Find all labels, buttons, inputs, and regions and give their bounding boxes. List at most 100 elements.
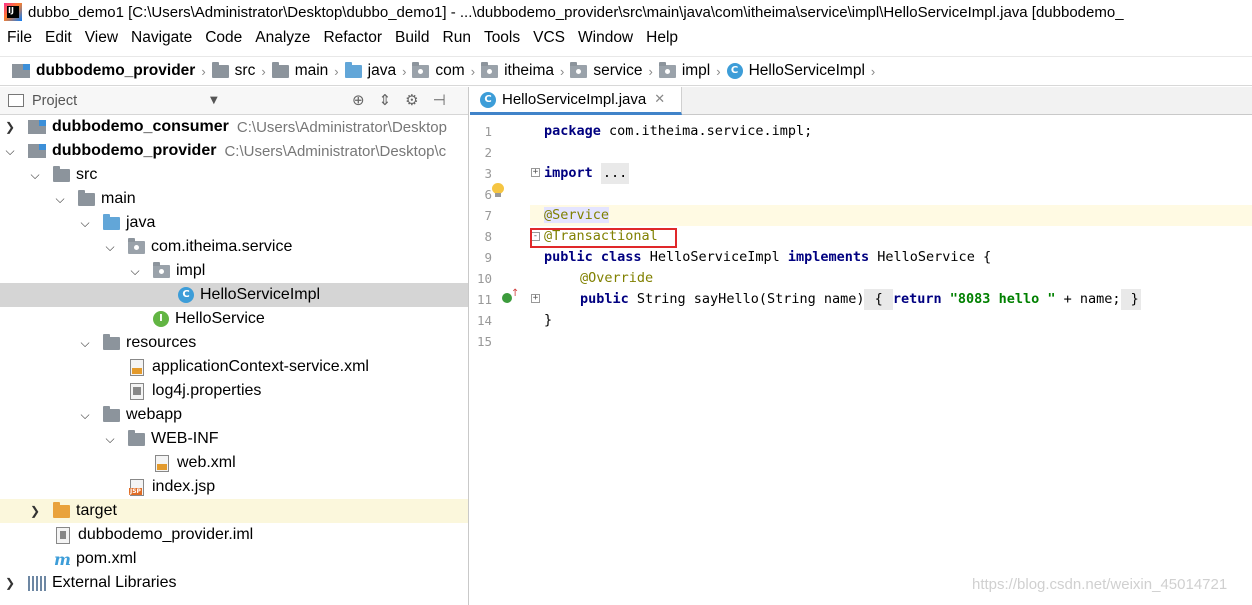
title-bar: IJ dubbo_demo1 [C:\Users\Administrator\D… [0, 0, 1252, 24]
breadcrumb: dubbodemo_provider › src › main › java ›… [0, 56, 1252, 86]
chevron-down-icon[interactable]: ⌵ [129, 264, 141, 278]
menu-file[interactable]: File [2, 29, 40, 47]
module-icon [12, 64, 30, 78]
chevron-down-icon[interactable]: ⌵ [79, 408, 91, 422]
chevron-right-icon[interactable]: ❯ [29, 504, 41, 518]
tree-item-package[interactable]: ⌵ com.itheima.service [0, 235, 468, 259]
menu-vcs[interactable]: VCS [528, 29, 573, 47]
tree-item-index-jsp[interactable]: index.jsp [0, 475, 468, 499]
tab-helloserviceimpl[interactable]: C HelloServiceImpl.java ✕ [470, 87, 682, 115]
tree-item-main[interactable]: ⌵ main [0, 187, 468, 211]
chevron-right-icon: › [648, 63, 653, 79]
line-number: 1 [484, 124, 492, 139]
collapse-all-icon[interactable]: ⇕ [379, 91, 392, 109]
dropdown-arrow-icon[interactable]: ▼ [210, 95, 218, 106]
highlight-annotation-box [530, 228, 677, 248]
menu-tools[interactable]: Tools [479, 29, 528, 47]
menu-run[interactable]: Run [438, 29, 479, 47]
tree-item-log4j[interactable]: log4j.properties [0, 379, 468, 403]
window-title: dubbo_demo1 [C:\Users\Administrator\Desk… [28, 3, 1124, 21]
crumb-java[interactable]: java › [344, 61, 407, 80]
menu-help[interactable]: Help [641, 29, 686, 47]
close-icon[interactable]: ✕ [654, 92, 665, 107]
chevron-right-icon: › [402, 63, 407, 79]
line-number: 15 [476, 334, 492, 349]
menu-code[interactable]: Code [200, 29, 250, 47]
chevron-right-icon[interactable]: ❯ [4, 576, 16, 590]
gear-icon[interactable]: ⚙ [405, 91, 418, 109]
package-icon [412, 61, 430, 78]
menu-window[interactable]: Window [573, 29, 641, 47]
project-panel: Project ▼ ⊕ ⇕ ⚙ ⊣ ❯ dubbodemo_consumer C… [0, 87, 469, 605]
tree-item-provider[interactable]: ⌵ dubbodemo_provider C:\Users\Administra… [0, 139, 468, 163]
line-number: 2 [484, 145, 492, 160]
menu-analyze[interactable]: Analyze [250, 29, 318, 47]
web-xml-icon [155, 454, 169, 472]
code-line-14: } [544, 312, 553, 328]
chevron-down-icon[interactable]: ⌵ [79, 216, 91, 230]
tree-item-consumer[interactable]: ❯ dubbodemo_consumer C:\Users\Administra… [0, 115, 468, 139]
folded-imports[interactable]: ... [600, 163, 630, 184]
locate-icon[interactable]: ⊕ [352, 91, 365, 109]
crumb-impl[interactable]: impl › [658, 61, 721, 80]
crumb-itheima[interactable]: itheima › [481, 61, 564, 80]
module-icon [28, 120, 46, 134]
folder-icon [211, 61, 229, 78]
code-line-1: package com.itheima.service.impl; [544, 123, 813, 139]
tree-item-web-xml[interactable]: web.xml [0, 451, 468, 475]
chevron-right-icon: › [261, 63, 266, 79]
chevron-right-icon: › [870, 63, 876, 79]
tree-item-app-context-xml[interactable]: applicationContext-service.xml [0, 355, 468, 379]
line-number: 11 [476, 292, 492, 307]
menu-view[interactable]: View [80, 29, 126, 47]
lightbulb-icon[interactable] [492, 183, 504, 197]
editor-tab-bar: C HelloServiceImpl.java ✕ [470, 87, 1252, 115]
tree-item-iml[interactable]: dubbodemo_provider.iml [0, 523, 468, 547]
crumb-main[interactable]: main › [271, 61, 339, 80]
chevron-down-icon[interactable]: ⌵ [29, 168, 41, 182]
implements-method-icon[interactable] [502, 288, 519, 303]
package-icon [570, 61, 588, 78]
tree-item-pom[interactable]: m pom.xml [0, 547, 468, 571]
crumb-class[interactable]: C HelloServiceImpl › [726, 62, 876, 80]
tree-item-webinf[interactable]: ⌵ WEB-INF [0, 427, 468, 451]
hide-panel-icon[interactable]: ⊣ [433, 91, 446, 109]
tree-item-target[interactable]: ❯ target [0, 499, 468, 523]
chevron-down-icon[interactable]: ⌵ [104, 240, 116, 254]
code-editor[interactable]: package com.itheima.service.impl; import… [530, 115, 1252, 605]
module-icon [28, 144, 46, 158]
project-view-selector[interactable]: Project [32, 93, 77, 109]
chevron-down-icon[interactable]: ⌵ [79, 336, 91, 350]
menu-edit[interactable]: Edit [40, 29, 80, 47]
folder-icon [53, 165, 70, 182]
package-icon [153, 261, 170, 278]
menu-navigate[interactable]: Navigate [126, 29, 200, 47]
tree-item-resources[interactable]: ⌵ resources [0, 331, 468, 355]
menu-build[interactable]: Build [390, 29, 437, 47]
menu-refactor[interactable]: Refactor [318, 29, 390, 47]
class-icon: C [726, 63, 743, 79]
tree-item-external-libraries[interactable]: ❯ External Libraries [0, 571, 468, 595]
chevron-down-icon[interactable]: ⌵ [104, 432, 116, 446]
source-folder-icon [103, 213, 120, 230]
code-line-9: public class HelloServiceImpl implements… [544, 249, 992, 265]
folder-icon [271, 61, 289, 78]
package-icon [481, 61, 499, 78]
tree-item-impl[interactable]: ⌵ impl [0, 259, 468, 283]
chevron-right-icon[interactable]: ❯ [4, 120, 16, 134]
line-number: 10 [476, 271, 492, 286]
crumb-module[interactable]: dubbodemo_provider › [12, 62, 206, 80]
tree-item-webapp[interactable]: ⌵ webapp [0, 403, 468, 427]
chevron-right-icon: › [470, 63, 476, 79]
chevron-down-icon[interactable]: ⌵ [4, 144, 16, 158]
tree-item-helloservice[interactable]: I HelloService [0, 307, 468, 331]
crumb-src[interactable]: src › [211, 61, 266, 80]
chevron-down-icon[interactable]: ⌵ [54, 192, 66, 206]
tree-item-java[interactable]: ⌵ java [0, 211, 468, 235]
tree-item-helloserviceimpl[interactable]: C HelloServiceImpl [0, 283, 468, 307]
tree-item-src[interactable]: ⌵ src [0, 163, 468, 187]
panel-toolbar: ⊕ ⇕ ⚙ ⊣ [352, 91, 446, 109]
interface-icon: I [153, 311, 169, 327]
crumb-com[interactable]: com › [412, 61, 476, 80]
crumb-service[interactable]: service › [570, 61, 653, 80]
